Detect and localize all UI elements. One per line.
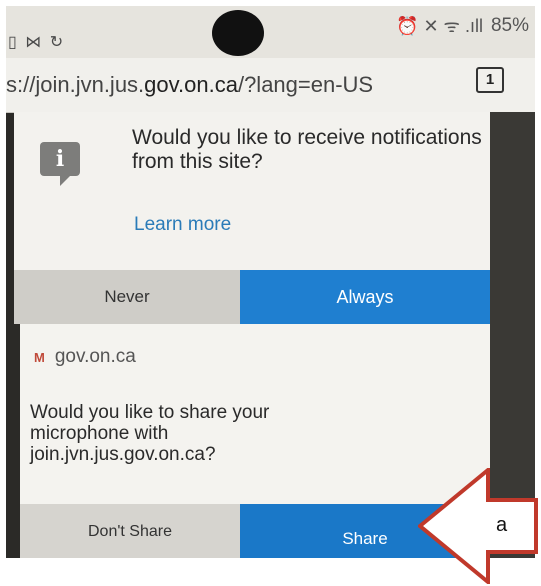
notification-buttons: Never Always <box>14 270 490 324</box>
notification-permission-dialog: i Would you like to receive notification… <box>14 112 490 324</box>
url-domain: gov.on.ca <box>144 72 238 97</box>
url-text[interactable]: s://join.jvn.jus.gov.on.ca/?lang=en-US <box>6 72 373 98</box>
status-bar: ▯ ⋈ ↻ ⏰ ✕ ᯤ .ıll 85% <box>6 6 535 58</box>
tab-switcher-button[interactable]: 1 <box>476 67 504 93</box>
notification-message: Would you like to receive notifications … <box>132 126 482 173</box>
site-name: gov.on.ca <box>54 346 136 367</box>
dont-share-button[interactable]: Don't Share <box>20 504 240 558</box>
always-button[interactable]: Always <box>240 270 490 324</box>
site-favicon-icon: M <box>34 349 45 365</box>
status-left-icons: ▯ ⋈ ↻ <box>8 34 66 51</box>
annotation-arrow-icon <box>418 468 538 584</box>
annotation-label: a <box>496 514 508 536</box>
never-button[interactable]: Never <box>14 270 240 324</box>
system-icons: ⏰ ✕ ᯤ .ıll <box>396 16 483 36</box>
learn-more-link[interactable]: Learn more <box>134 214 231 236</box>
url-suffix: /?lang=en-US <box>237 72 374 97</box>
microphone-message: Would you like to share your microphone … <box>30 402 270 465</box>
info-icon: i <box>40 142 80 186</box>
status-right-icons: ⏰ ✕ ᯤ .ıll 85% <box>396 14 529 38</box>
address-bar[interactable]: s://join.jvn.jus.gov.on.ca/?lang=en-US 1 <box>6 58 535 113</box>
url-prefix: s://join.jvn.jus. <box>6 72 145 97</box>
site-header: M gov.on.ca <box>34 346 136 368</box>
front-camera <box>212 10 264 56</box>
battery-level: 85% <box>490 15 529 36</box>
